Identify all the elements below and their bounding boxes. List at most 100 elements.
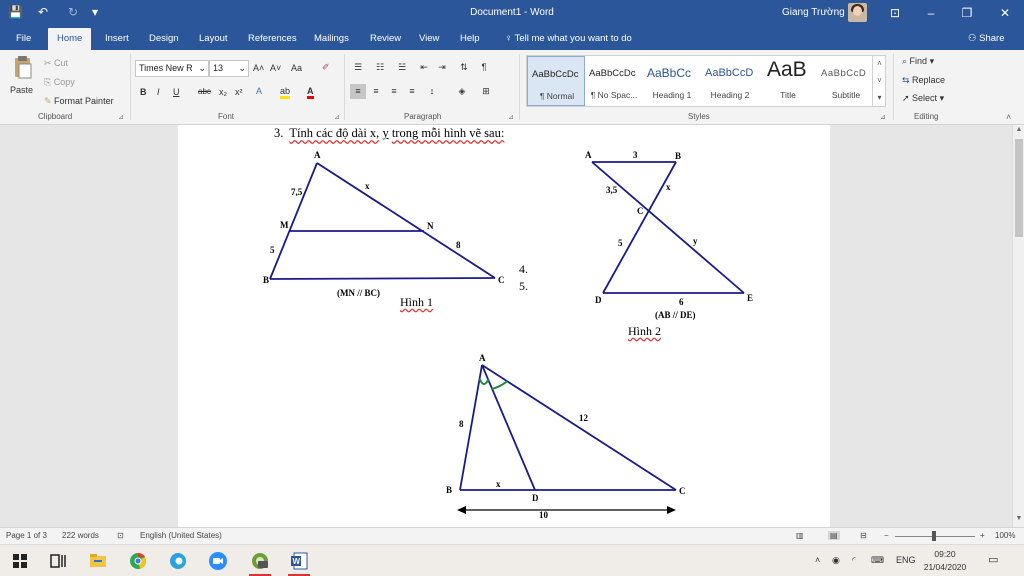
style-heading-2[interactable]: AaBbCcD Heading 2 xyxy=(701,56,759,106)
restore-button[interactable]: ❐ xyxy=(950,0,984,26)
style-subtitle[interactable]: AaBbCcD Subtitle xyxy=(817,56,875,106)
font-launcher-icon[interactable]: ⊿ xyxy=(334,113,340,121)
vertical-scrollbar[interactable]: ▲ ▼ xyxy=(1012,125,1024,527)
zoom-in-icon[interactable]: + xyxy=(980,531,985,540)
shading-icon[interactable]: ◈ xyxy=(454,84,470,99)
strikethrough-button[interactable]: abc xyxy=(198,87,211,96)
proofing-icon[interactable]: ⊡ xyxy=(117,531,124,540)
sort-icon[interactable]: ⇅ xyxy=(456,60,472,75)
scroll-up-icon[interactable]: ▲ xyxy=(1013,126,1024,133)
tab-review[interactable]: Review xyxy=(370,33,401,44)
decrease-indent-icon[interactable]: ⇤ xyxy=(416,60,432,75)
style-normal[interactable]: AaBbCcDc ¶ Normal xyxy=(527,56,585,106)
multilevel-list-icon[interactable]: ☱ xyxy=(394,60,410,75)
minimize-button[interactable]: – xyxy=(914,0,948,26)
windows-start-icon[interactable] xyxy=(10,551,30,571)
font-size-box[interactable]: 13 ⌄ xyxy=(209,60,249,77)
zoom-level[interactable]: 100% xyxy=(995,531,1015,540)
grow-font-button[interactable]: A˄ xyxy=(253,63,264,73)
clipboard-launcher-icon[interactable]: ⊿ xyxy=(118,113,124,121)
tab-home[interactable]: Home xyxy=(48,28,92,50)
line-spacing-icon[interactable]: ↕ xyxy=(424,84,440,99)
style-heading-1[interactable]: AaBbCc Heading 1 xyxy=(643,56,701,106)
app-icon[interactable] xyxy=(250,551,270,571)
align-center-icon[interactable]: ≡ xyxy=(368,84,384,99)
read-mode-icon[interactable]: ▥ xyxy=(796,531,804,540)
tab-design[interactable]: Design xyxy=(149,33,179,44)
keyboard-icon[interactable]: ⌨ xyxy=(871,555,884,566)
ribbon-display-options-icon[interactable]: ⊡ xyxy=(878,0,912,26)
shrink-font-button[interactable]: A˅ xyxy=(270,63,281,73)
language-status[interactable]: English (United States) xyxy=(140,531,222,540)
format-painter-button[interactable]: ✎ Format Painter xyxy=(44,96,114,107)
tab-view[interactable]: View xyxy=(419,33,439,44)
paragraph-launcher-icon[interactable]: ⊿ xyxy=(508,113,514,121)
wifi-icon[interactable]: ◜ xyxy=(852,555,856,566)
avatar[interactable] xyxy=(848,3,867,22)
justify-icon[interactable]: ≡ xyxy=(404,84,420,99)
paste-button[interactable]: Paste xyxy=(10,85,33,95)
superscript-button[interactable]: x² xyxy=(235,87,243,97)
clear-formatting-icon[interactable]: ✐ xyxy=(322,62,330,73)
pilcrow-icon[interactable]: ¶ xyxy=(476,60,492,75)
cut-button[interactable]: ✂ Cut xyxy=(44,58,68,69)
zoom-slider-thumb[interactable] xyxy=(932,531,936,541)
close-button[interactable]: ✕ xyxy=(988,0,1022,26)
chevron-up-icon[interactable]: ˄ xyxy=(873,55,886,72)
text-effects-icon[interactable]: A xyxy=(256,86,262,96)
numbering-icon[interactable]: ☷ xyxy=(372,60,388,75)
font-color-icon[interactable]: A xyxy=(307,86,314,99)
edge-icon[interactable] xyxy=(168,551,188,571)
tab-references[interactable]: References xyxy=(248,33,297,44)
copy-button[interactable]: ⎘ Copy xyxy=(44,77,75,88)
clipboard-icon[interactable] xyxy=(12,54,34,80)
task-view-icon[interactable] xyxy=(48,551,68,571)
word-count[interactable]: 222 words xyxy=(62,531,99,540)
zoom-app-icon[interactable] xyxy=(208,551,228,571)
tell-me-search[interactable]: ♀ Tell me what you want to do xyxy=(505,33,632,44)
increase-indent-icon[interactable]: ⇥ xyxy=(434,60,450,75)
styles-scroll[interactable]: ˄ ˅ ▾ xyxy=(872,55,886,107)
document-page[interactable]: 3. Tính các độ dài x, y trong mỗi hình v… xyxy=(178,125,830,527)
tab-insert[interactable]: Insert xyxy=(105,33,129,44)
select-button[interactable]: ➚ Select ▾ xyxy=(902,93,944,104)
notifications-icon[interactable]: ▭ xyxy=(988,553,998,566)
replace-button[interactable]: ⇆ Replace xyxy=(902,75,945,86)
highlight-icon[interactable]: ab xyxy=(280,86,291,99)
chevron-down-icon[interactable]: ˅ xyxy=(873,72,886,89)
styles-launcher-icon[interactable]: ⊿ xyxy=(880,113,886,121)
zoom-out-icon[interactable]: − xyxy=(884,531,889,540)
page-count[interactable]: Page 1 of 3 xyxy=(6,531,47,540)
style-title[interactable]: AaB Title xyxy=(759,56,817,106)
scroll-thumb[interactable] xyxy=(1015,139,1023,237)
word-icon[interactable]: W xyxy=(289,551,309,571)
align-right-icon[interactable]: ≡ xyxy=(386,84,402,99)
user-name[interactable]: Giang Trường xyxy=(782,7,845,18)
share-button[interactable]: ⚇ Share xyxy=(968,33,1005,44)
align-left-icon[interactable]: ≡ xyxy=(350,84,366,99)
font-name-box[interactable]: Times New R ⌄ xyxy=(135,60,209,77)
change-case-button[interactable]: Aa xyxy=(291,63,302,73)
file-explorer-icon[interactable] xyxy=(88,551,108,571)
tray-app-icon[interactable]: ◉ xyxy=(832,555,840,566)
more-styles-icon[interactable]: ▾ xyxy=(873,89,886,106)
bold-button[interactable]: B xyxy=(140,87,147,97)
bullets-icon[interactable]: ☰ xyxy=(350,60,366,75)
underline-button[interactable]: U xyxy=(173,87,180,97)
scroll-down-icon[interactable]: ▼ xyxy=(1013,515,1024,522)
system-clock[interactable]: 09:20 21/04/2020 xyxy=(918,548,972,574)
tab-mailings[interactable]: Mailings xyxy=(314,33,349,44)
find-button[interactable]: ⌕ Find ▾ xyxy=(902,56,934,67)
input-language[interactable]: ENG xyxy=(896,555,916,565)
subscript-button[interactable]: x₂ xyxy=(219,87,227,97)
print-layout-icon[interactable]: ▤ xyxy=(828,531,840,540)
tab-layout[interactable]: Layout xyxy=(199,33,228,44)
borders-icon[interactable]: ⊞ xyxy=(478,84,494,99)
web-layout-icon[interactable]: ⊟ xyxy=(860,531,867,540)
tab-file[interactable]: File xyxy=(16,33,31,44)
italic-button[interactable]: I xyxy=(157,87,160,97)
tab-help[interactable]: Help xyxy=(460,33,480,44)
tray-chevron-up-icon[interactable]: ˄ xyxy=(815,555,820,565)
collapse-ribbon-icon[interactable]: ˄ xyxy=(1006,112,1011,122)
chrome-icon[interactable] xyxy=(128,551,148,571)
